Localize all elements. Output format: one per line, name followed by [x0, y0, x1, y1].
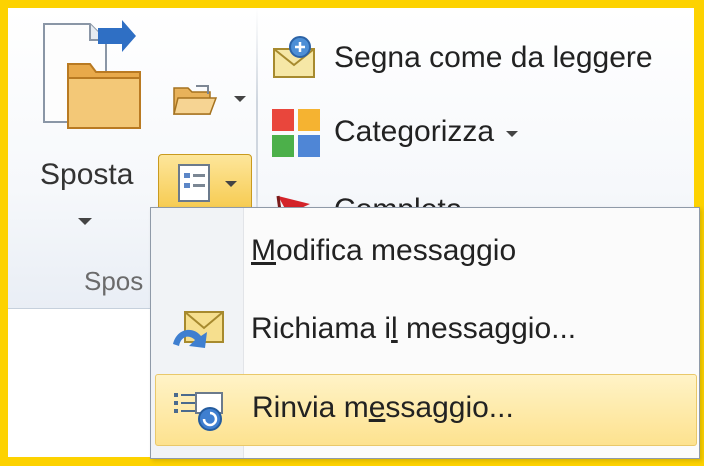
mark-unread-icon	[273, 36, 315, 78]
menu-item-label: Rinvia messaggio...	[252, 391, 514, 424]
menu-item-edit-message[interactable]: Modifica messaggio	[155, 218, 695, 288]
resend-message-icon	[174, 392, 223, 431]
chevron-down-icon	[225, 181, 237, 187]
move-button-label: Sposta	[40, 158, 134, 191]
folder-open-icon	[173, 85, 218, 115]
move-button[interactable]: Sposta	[28, 18, 148, 233]
menu-item-label: Modifica messaggio	[251, 234, 517, 267]
chevron-down-icon	[78, 218, 92, 225]
menu-item-label: Richiama il messaggio...	[251, 312, 577, 345]
categorize-label: Categorizza	[334, 115, 495, 148]
recall-message-icon	[173, 311, 224, 348]
mark-unread-button[interactable]: Segna come da leggere	[270, 32, 653, 84]
group-label: Spos	[84, 266, 144, 296]
categorize-button[interactable]: Categorizza	[270, 106, 519, 158]
chevron-down-icon	[506, 131, 519, 137]
chevron-down-icon	[234, 96, 246, 102]
actions-dropdown-menu: Modifica messaggio Richiama il messaggio…	[150, 207, 700, 459]
menu-item-resend-message[interactable]: Rinvia messaggio...	[155, 374, 697, 446]
menu-item-recall-message[interactable]: Richiama il messaggio...	[155, 296, 695, 366]
categorize-icon	[272, 109, 320, 157]
move-doc-icon	[43, 20, 141, 129]
actions-icon	[178, 164, 210, 202]
actions-button[interactable]	[158, 154, 252, 214]
move-to-folder-button[interactable]	[166, 76, 254, 122]
mark-unread-label: Segna come da leggere	[334, 41, 653, 74]
